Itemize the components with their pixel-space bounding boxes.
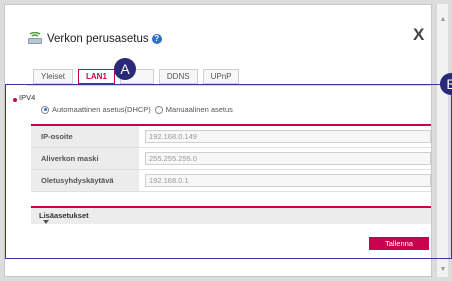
annotation-marker-a: A — [114, 58, 136, 80]
scrollbar[interactable]: ▲ ▼ — [436, 4, 448, 277]
manual-radio-label[interactable]: Manuaalinen asetus — [166, 105, 233, 114]
addressing-mode-radios: Automaattinen asetus(DHCP) Manuaalinen a… — [41, 105, 233, 114]
router-icon — [28, 32, 42, 44]
subnet-mask-label: Aliverkon maski — [31, 148, 139, 169]
advanced-settings-label: Lisäasetukset — [39, 211, 89, 220]
ip-settings-table: IP-osoite 192.168.0.149 Aliverkon maski … — [31, 124, 431, 192]
gateway-label: Oletusyhdyskäytävä — [31, 170, 139, 191]
ip-address-row: IP-osoite 192.168.0.149 — [31, 126, 431, 148]
dialog-title: Verkon perusasetus — [47, 33, 149, 45]
dialog-title-row: Verkon perusasetus ? — [27, 31, 162, 47]
tab-lan1[interactable]: LAN1 — [78, 69, 115, 84]
chevron-down-icon — [43, 220, 49, 224]
tab-ddns[interactable]: DDNS — [158, 69, 198, 84]
subnet-mask-row: Aliverkon maski 255.255.255.0 — [31, 148, 431, 170]
network-settings-dialog: Verkon perusasetus ? X Yleiset LAN1 DDNS… — [4, 4, 432, 277]
save-button[interactable]: Tallenna — [369, 237, 429, 250]
tab-divider — [27, 85, 431, 86]
manual-radio[interactable] — [154, 105, 163, 114]
section-bullet — [13, 98, 17, 102]
tab-upnp[interactable]: UPnP — [202, 69, 240, 84]
ip-address-field[interactable]: 192.168.0.149 — [145, 130, 431, 143]
help-icon[interactable]: ? — [151, 34, 162, 44]
ipv4-section-label: IPV4 — [19, 93, 36, 102]
tab-general[interactable]: Yleiset — [33, 69, 74, 84]
advanced-settings-toggle[interactable]: Lisäasetukset — [31, 206, 431, 224]
dhcp-radio[interactable] — [41, 105, 49, 114]
scroll-up-icon[interactable]: ▲ — [439, 16, 447, 24]
subnet-mask-field[interactable]: 255.255.255.0 — [145, 152, 431, 165]
gateway-row: Oletusyhdyskäytävä 192.168.0.1 — [31, 170, 431, 192]
scroll-down-icon[interactable]: ▼ — [439, 266, 447, 274]
dhcp-radio-label[interactable]: Automaattinen asetus(DHCP) — [52, 105, 151, 114]
gateway-field[interactable]: 192.168.0.1 — [145, 174, 431, 187]
close-button[interactable]: X — [413, 25, 424, 45]
ip-address-label: IP-osoite — [31, 126, 139, 147]
tab-bar: Yleiset LAN1 DDNS UPnP — [33, 69, 244, 85]
